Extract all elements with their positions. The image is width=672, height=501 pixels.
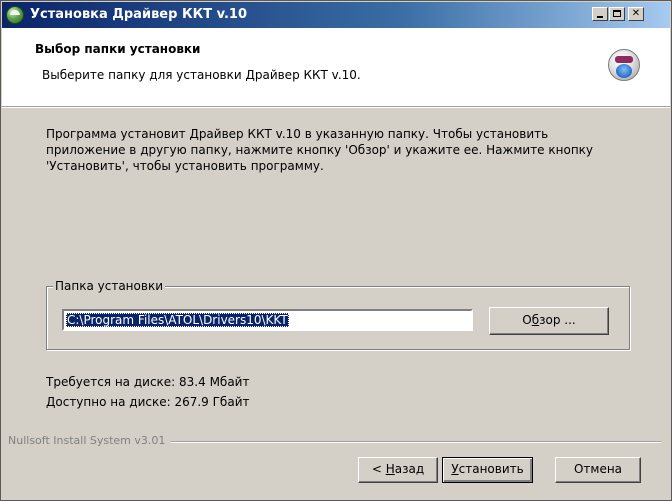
install-suffix: становить <box>458 462 524 476</box>
minimize-button[interactable] <box>592 7 608 21</box>
download-arrow-icon <box>616 64 632 78</box>
cancel-button[interactable]: Отмена <box>555 457 641 483</box>
install-mnemonic: У <box>451 462 459 476</box>
nsis-branding: Nullsoft Install System v3.01 <box>8 434 170 447</box>
group-label: Папка установки <box>53 279 165 293</box>
logo-mark <box>615 56 633 63</box>
footer-divider <box>171 441 661 443</box>
install-path-value: C:\Program Files\ATOL\Drivers10\KKT <box>66 313 289 327</box>
browse-suffix: зор ... <box>539 313 576 327</box>
installer-cd-icon <box>608 49 640 81</box>
header-panel: Выбор папки установки Выберите папку для… <box>2 28 670 106</box>
back-mnemonic: Н <box>385 462 395 476</box>
browse-button[interactable]: Обзор ... <box>489 307 609 335</box>
maximize-icon <box>613 10 621 17</box>
title-bar[interactable]: Установка Драйвер ККТ v.10 ✕ <box>2 2 670 28</box>
description-text: Программа установит Драйвер ККТ v.10 в у… <box>46 127 594 173</box>
window-title: Установка Драйвер ККТ v.10 <box>30 7 248 22</box>
header-divider <box>2 106 670 108</box>
back-prefix: < <box>371 462 386 476</box>
installer-window: Установка Драйвер ККТ v.10 ✕ Выбор папки… <box>0 0 672 501</box>
back-button[interactable]: < Назад <box>358 457 438 483</box>
install-path-input[interactable]: C:\Program Files\ATOL\Drivers10\KKT <box>62 309 473 331</box>
space-required-text: Требуется на диске: 83.4 Мбайт <box>46 375 250 389</box>
page-title: Выбор папки установки <box>35 42 201 56</box>
close-button[interactable]: ✕ <box>628 7 644 21</box>
browse-prefix: О <box>522 313 532 327</box>
installer-app-icon <box>6 6 24 24</box>
close-icon: ✕ <box>631 8 641 19</box>
browse-mnemonic: б <box>531 313 540 327</box>
install-button[interactable]: Установить <box>442 457 533 483</box>
back-suffix: азад <box>394 462 425 476</box>
minimize-icon <box>597 16 603 18</box>
page-subtitle: Выберите папку для установки Драйвер ККТ… <box>42 68 361 82</box>
maximize-button[interactable] <box>609 7 625 21</box>
space-available-text: Доступно на диске: 267.9 Гбайт <box>46 395 250 409</box>
